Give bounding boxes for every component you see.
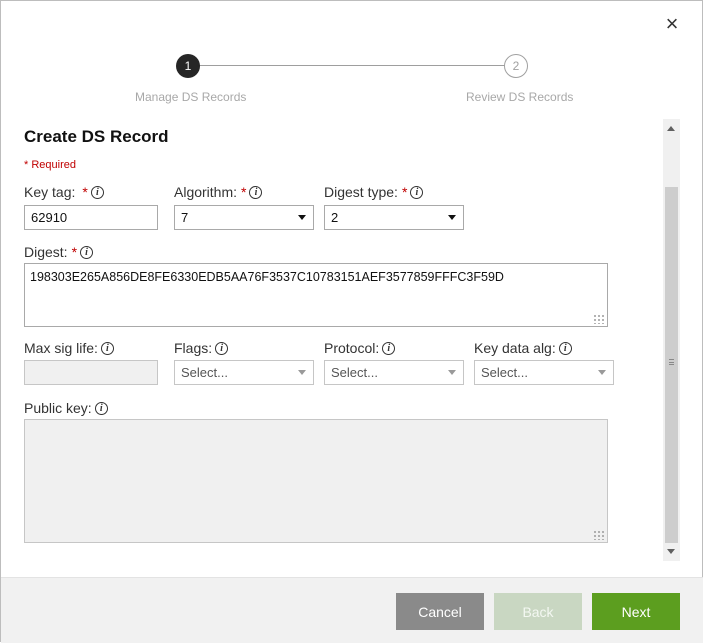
algorithm-select[interactable]: 7 <box>174 205 314 230</box>
dialog-footer: Cancel Back Next <box>1 577 703 643</box>
dropdown-caret-icon <box>448 370 456 375</box>
step-1-indicator: 1 <box>176 54 200 78</box>
info-icon[interactable]: i <box>90 185 104 199</box>
info-icon[interactable]: i <box>100 341 114 355</box>
info-icon[interactable]: i <box>249 185 263 199</box>
max-sig-life-label-text: Max sig life: <box>24 340 98 356</box>
protocol-select[interactable]: Select... <box>324 360 464 385</box>
key-tag-label: Key tag: * i <box>24 184 104 200</box>
resize-grip-icon[interactable] <box>593 314 605 324</box>
public-key-label: Public key: i <box>24 400 108 416</box>
max-sig-life-input[interactable] <box>24 360 158 385</box>
dropdown-caret-icon <box>448 215 456 220</box>
info-icon[interactable]: i <box>94 401 108 415</box>
public-key-textarea[interactable] <box>24 419 608 543</box>
stepper-line <box>189 65 515 66</box>
key-data-alg-label-text: Key data alg: <box>474 340 556 356</box>
flags-label: Flags: i <box>174 340 229 356</box>
digest-type-select[interactable]: 2 <box>324 205 464 230</box>
scrollbar-thumb[interactable] <box>665 187 678 543</box>
digest-type-label: Digest type: * i <box>324 184 424 200</box>
scrollbar-grip-icon <box>669 359 674 365</box>
info-icon[interactable]: i <box>558 341 572 355</box>
back-button[interactable]: Back <box>494 593 582 630</box>
required-star: * <box>82 184 88 200</box>
info-icon[interactable]: i <box>382 341 396 355</box>
digest-type-value: 2 <box>331 210 339 225</box>
algorithm-label: Algorithm: * i <box>174 184 263 200</box>
algorithm-value: 7 <box>181 210 189 225</box>
scroll-down-arrow-icon[interactable] <box>667 549 675 554</box>
dropdown-caret-icon <box>298 370 306 375</box>
info-icon[interactable]: i <box>215 341 229 355</box>
info-icon[interactable]: i <box>80 245 94 259</box>
digest-label: Digest: * i <box>24 244 94 260</box>
required-star: * <box>71 244 78 260</box>
create-ds-record-dialog: × 1 2 Manage DS Records Review DS Record… <box>0 0 703 643</box>
flags-label-text: Flags: <box>174 340 213 356</box>
key-tag-label-text: Key tag: <box>24 184 76 200</box>
info-icon[interactable]: i <box>410 185 424 199</box>
required-note: * Required <box>24 159 76 171</box>
scroll-up-arrow-icon[interactable] <box>667 126 675 131</box>
key-tag-input[interactable]: 62910 <box>24 205 158 230</box>
required-star: * <box>241 184 247 200</box>
flags-select[interactable]: Select... <box>174 360 314 385</box>
step-2-indicator: 2 <box>504 54 528 78</box>
digest-value: 198303E265A856DE8FE6330EDB5AA76F3537C107… <box>30 270 504 284</box>
digest-type-label-text: Digest type: <box>324 184 398 200</box>
vertical-scrollbar[interactable] <box>663 119 680 561</box>
key-data-alg-label: Key data alg: i <box>474 340 572 356</box>
step-1-label: Manage DS Records <box>135 90 247 104</box>
cancel-button[interactable]: Cancel <box>396 593 484 630</box>
digest-textarea[interactable]: 198303E265A856DE8FE6330EDB5AA76F3537C107… <box>24 263 608 327</box>
next-button[interactable]: Next <box>592 593 680 630</box>
key-data-alg-select[interactable]: Select... <box>474 360 614 385</box>
protocol-placeholder: Select... <box>331 365 378 380</box>
flags-placeholder: Select... <box>181 365 228 380</box>
form-scroll-area[interactable]: Create DS Record * Required Key tag: * i… <box>1 119 663 561</box>
required-star: * <box>401 184 408 200</box>
protocol-label-text: Protocol: <box>324 340 380 356</box>
resize-grip-icon[interactable] <box>593 530 605 540</box>
form-title: Create DS Record <box>24 127 169 146</box>
dropdown-caret-icon <box>598 370 606 375</box>
protocol-label: Protocol: i <box>324 340 396 356</box>
algorithm-label-text: Algorithm: <box>174 184 238 200</box>
step-2-label: Review DS Records <box>466 90 574 104</box>
close-icon[interactable]: × <box>661 13 683 35</box>
dropdown-caret-icon <box>298 215 306 220</box>
key-data-alg-placeholder: Select... <box>481 365 528 380</box>
max-sig-life-label: Max sig life: i <box>24 340 114 356</box>
digest-label-text: Digest: <box>24 244 68 260</box>
public-key-label-text: Public key: <box>24 400 92 416</box>
